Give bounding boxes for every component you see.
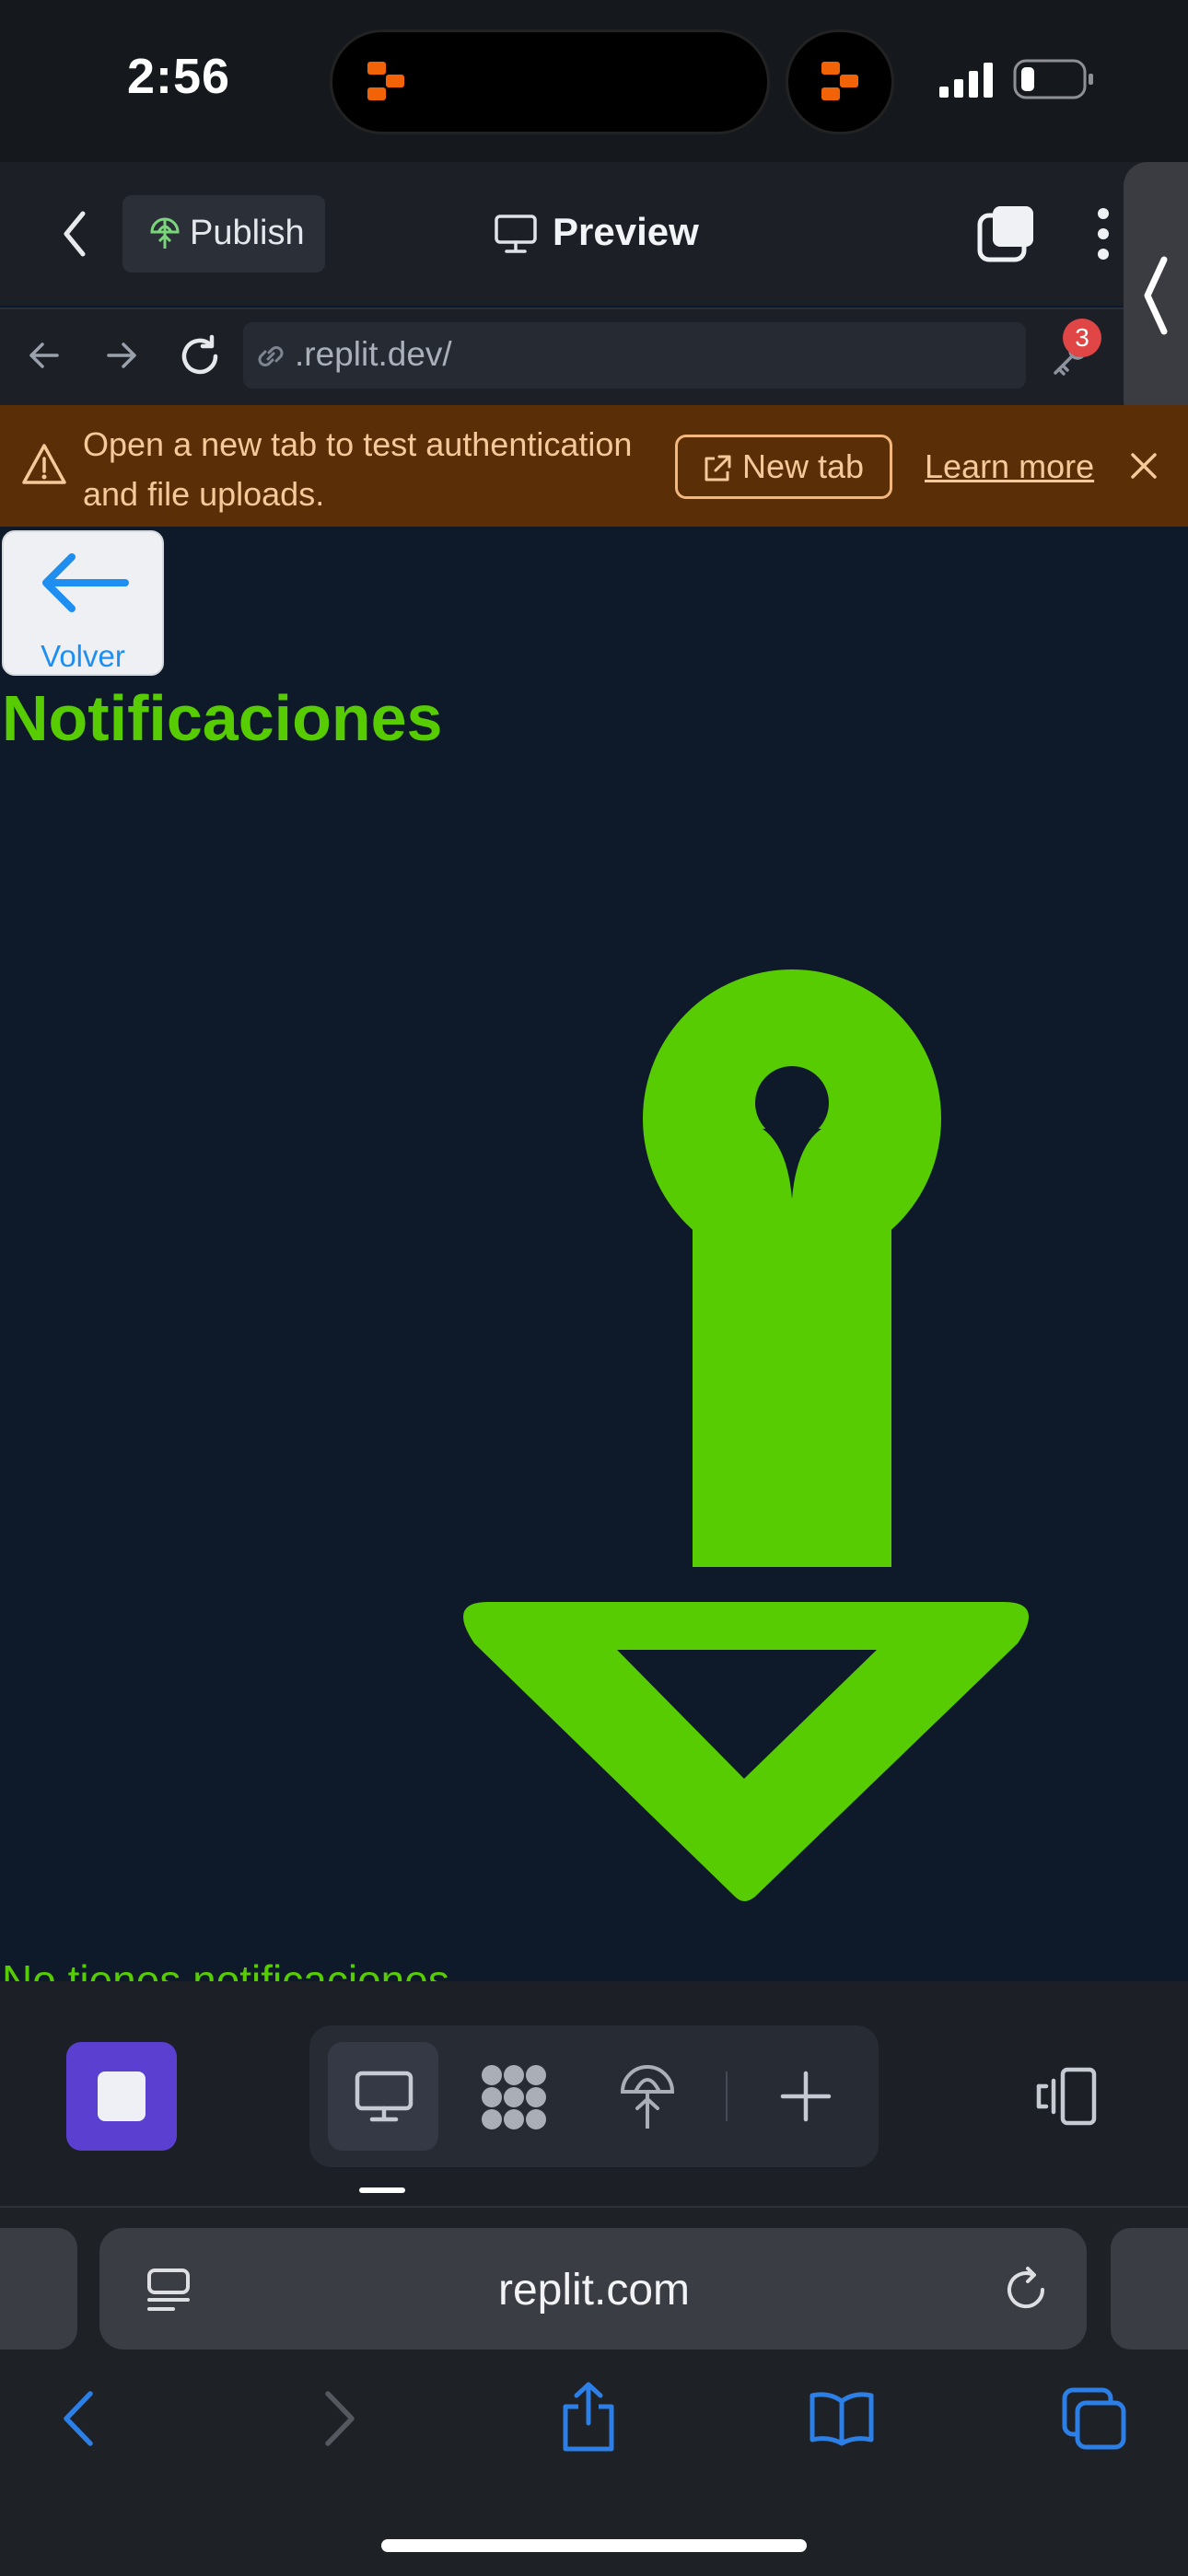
warning-icon <box>22 444 66 484</box>
signal-icon <box>939 63 993 98</box>
apps-icon[interactable] <box>477 2062 551 2132</box>
chevron-left-icon <box>1144 256 1168 335</box>
back-icon[interactable] <box>57 2388 99 2449</box>
replit-logo-icon <box>821 62 858 100</box>
more-vertical-icon[interactable] <box>1092 204 1114 263</box>
side-panel-handle[interactable] <box>1124 162 1188 424</box>
new-tab-label: New tab <box>742 447 865 485</box>
forward-icon[interactable] <box>319 2388 361 2449</box>
back-label: Volver <box>41 639 125 673</box>
link-icon <box>258 346 284 366</box>
toolbar-indicator <box>359 2187 405 2193</box>
close-icon[interactable] <box>1129 451 1159 481</box>
preview-tab[interactable]: Preview <box>553 210 699 254</box>
dynamic-island <box>330 29 770 134</box>
chevron-left-icon[interactable] <box>57 208 94 260</box>
globe-icon <box>150 217 180 249</box>
bookmarks-icon[interactable] <box>807 2390 877 2447</box>
publish-icon[interactable] <box>619 2062 676 2132</box>
external-link-icon <box>705 455 731 482</box>
home-indicator <box>381 2539 807 2552</box>
battery-icon <box>1013 59 1093 99</box>
monitor-icon <box>495 215 537 253</box>
url-text: .replit.dev/ <box>295 335 452 373</box>
secrets-badge: 3 <box>1063 319 1101 357</box>
arrow-right-icon[interactable] <box>103 337 140 374</box>
page-title: Notificaciones <box>2 682 443 754</box>
toolbar-divider <box>726 2071 728 2121</box>
arrow-left-icon <box>42 553 129 612</box>
preview-view-tab[interactable] <box>328 2042 438 2151</box>
tabs-icon[interactable] <box>1061 2386 1127 2451</box>
publish-label: Publish <box>190 214 305 252</box>
monitor-icon <box>355 2071 413 2122</box>
reload-icon[interactable] <box>177 333 223 379</box>
share-icon[interactable] <box>558 2381 619 2453</box>
learn-more-link[interactable]: Learn more <box>925 447 1094 486</box>
replit-logo-icon <box>367 62 404 100</box>
empty-notifications-illustration <box>463 969 1029 1901</box>
dynamic-island-activity <box>786 29 894 134</box>
banner-message: Open a new tab to test authentication an… <box>83 425 633 513</box>
windows-icon[interactable] <box>976 204 1037 263</box>
arrow-left-icon[interactable] <box>26 337 63 374</box>
safari-url-text: replit.com <box>497 2266 691 2315</box>
status-time: 2:56 <box>127 49 231 104</box>
stop-icon <box>98 2071 146 2121</box>
device-icon[interactable] <box>1031 2066 1100 2127</box>
plus-icon[interactable] <box>779 2070 833 2123</box>
